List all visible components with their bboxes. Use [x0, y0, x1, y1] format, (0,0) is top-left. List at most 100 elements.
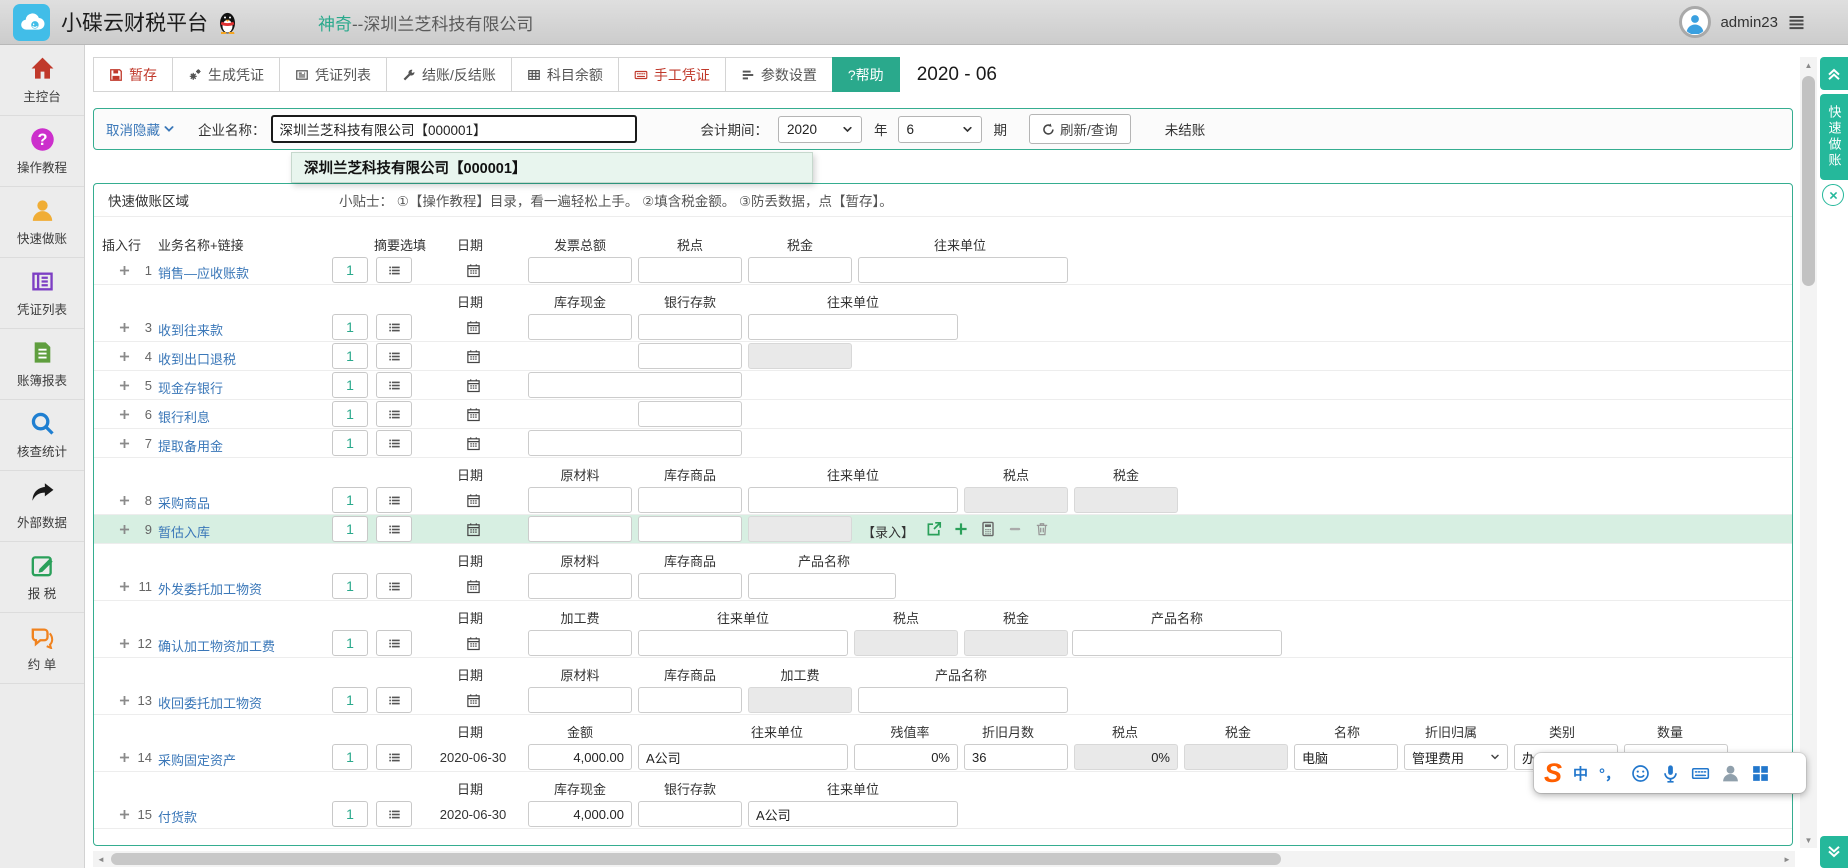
insert-row-button[interactable]: [118, 494, 131, 507]
cancel-hide-link[interactable]: 取消隐藏: [106, 119, 175, 139]
calendar-icon[interactable]: [466, 693, 481, 708]
minus-icon[interactable]: [1007, 521, 1023, 537]
field-input[interactable]: [638, 630, 848, 656]
calendar-icon[interactable]: [466, 407, 481, 422]
summary-select-button[interactable]: [376, 314, 412, 340]
sidebar-item-ledger-reports[interactable]: 账簿报表: [0, 329, 84, 400]
calendar-icon[interactable]: [466, 636, 481, 651]
date-cell[interactable]: [433, 343, 513, 369]
field-input[interactable]: [854, 630, 958, 656]
manual-voucher-button[interactable]: 手工凭证: [618, 57, 726, 92]
field-input[interactable]: [748, 314, 958, 340]
voucher-list-button[interactable]: 凭证列表: [279, 57, 387, 92]
month-select[interactable]: 6: [898, 116, 982, 143]
insert-row-button[interactable]: [118, 350, 131, 363]
count-input[interactable]: 1: [332, 687, 368, 713]
date-cell[interactable]: [433, 314, 513, 340]
calculator-icon[interactable]: [980, 521, 996, 537]
field-input[interactable]: 4,000.00: [528, 801, 632, 827]
insert-row-button[interactable]: [118, 437, 131, 450]
business-link[interactable]: 收回委托加工物资: [158, 693, 262, 712]
field-input[interactable]: [638, 801, 742, 827]
count-input[interactable]: 1: [332, 430, 368, 456]
insert-row-button[interactable]: [118, 694, 131, 707]
count-input[interactable]: 1: [332, 314, 368, 340]
date-cell[interactable]: 2020-06-30: [433, 744, 513, 770]
field-input[interactable]: [528, 630, 632, 656]
field-input[interactable]: 电脑: [1294, 744, 1398, 770]
params-settings-button[interactable]: 参数设置: [725, 57, 833, 92]
field-input[interactable]: [858, 257, 1068, 283]
business-link[interactable]: 提取备用金: [158, 436, 223, 455]
insert-row-button[interactable]: [118, 808, 131, 821]
field-input[interactable]: 0%: [854, 744, 958, 770]
field-input[interactable]: [528, 372, 742, 398]
sidebar-item-quick-accounting[interactable]: 快速做账: [0, 187, 84, 258]
external-link-icon[interactable]: [926, 521, 942, 537]
sidebar-item-audit-stats[interactable]: 核查统计: [0, 400, 84, 471]
summary-select-button[interactable]: [376, 343, 412, 369]
field-input[interactable]: [638, 343, 742, 369]
field-input[interactable]: [748, 487, 958, 513]
date-cell[interactable]: [433, 630, 513, 656]
field-input[interactable]: 36: [964, 744, 1068, 770]
field-input[interactable]: [638, 257, 742, 283]
plus-icon[interactable]: [953, 521, 969, 537]
field-input[interactable]: [858, 687, 1068, 713]
field-input[interactable]: 4,000.00: [528, 744, 632, 770]
count-input[interactable]: 1: [332, 487, 368, 513]
count-input[interactable]: 1: [332, 516, 368, 542]
sidebar-item-external-data[interactable]: 外部数据: [0, 471, 84, 542]
business-link[interactable]: 收到出口退税: [158, 349, 236, 368]
field-input[interactable]: [748, 573, 896, 599]
field-input[interactable]: [638, 314, 742, 340]
chinese-mode-icon[interactable]: 中: [1573, 763, 1588, 784]
date-cell[interactable]: [433, 372, 513, 398]
mic-icon[interactable]: [1661, 764, 1680, 783]
sidebar-item-voucher-list[interactable]: 凭证列表: [0, 258, 84, 329]
calendar-icon[interactable]: [466, 349, 481, 364]
sidebar-item-dashboard[interactable]: 主控台: [0, 45, 84, 116]
field-input[interactable]: [638, 516, 742, 542]
field-input[interactable]: [748, 516, 852, 542]
summary-select-button[interactable]: [376, 801, 412, 827]
help-button[interactable]: ?帮助: [832, 57, 900, 92]
field-select[interactable]: 管理费用: [1404, 744, 1508, 770]
date-cell[interactable]: [433, 516, 513, 542]
business-link[interactable]: 销售—应收账款: [158, 263, 249, 282]
business-link[interactable]: 现金存银行: [158, 378, 223, 397]
scroll-right-arrow[interactable]: ►: [1779, 851, 1795, 867]
insert-row-button[interactable]: [118, 751, 131, 764]
calendar-icon[interactable]: [466, 263, 481, 278]
count-input[interactable]: 1: [332, 744, 368, 770]
insert-row-button[interactable]: [118, 637, 131, 650]
summary-select-button[interactable]: [376, 257, 412, 283]
summary-select-button[interactable]: [376, 573, 412, 599]
insert-row-button[interactable]: [118, 264, 131, 277]
field-input[interactable]: [638, 573, 742, 599]
calendar-icon[interactable]: [466, 320, 481, 335]
field-input[interactable]: [748, 343, 852, 369]
collapse-up-button[interactable]: [1820, 57, 1848, 90]
field-input[interactable]: [528, 687, 632, 713]
field-input[interactable]: [528, 257, 632, 283]
calendar-icon[interactable]: [466, 579, 481, 594]
summary-select-button[interactable]: [376, 401, 412, 427]
rail-close-button[interactable]: [1822, 184, 1844, 206]
vertical-scrollbar[interactable]: ▲ ▼: [1800, 57, 1817, 848]
count-input[interactable]: 1: [332, 372, 368, 398]
date-cell[interactable]: [433, 687, 513, 713]
count-input[interactable]: 1: [332, 257, 368, 283]
year-select[interactable]: 2020: [778, 116, 862, 143]
calendar-icon[interactable]: [466, 522, 481, 537]
skin-icon[interactable]: [1721, 764, 1740, 783]
horizontal-scrollbar[interactable]: ◄ ►: [93, 851, 1795, 867]
field-input[interactable]: [638, 487, 742, 513]
scroll-left-arrow[interactable]: ◄: [93, 851, 109, 867]
insert-row-button[interactable]: [118, 379, 131, 392]
business-link[interactable]: 确认加工物资加工费: [158, 636, 275, 655]
horizontal-scroll-thumb[interactable]: [111, 853, 1281, 865]
closing-button[interactable]: 结账/反结账: [386, 57, 512, 92]
field-input[interactable]: A公司: [748, 801, 958, 827]
generate-voucher-button[interactable]: 生成凭证: [172, 57, 280, 92]
